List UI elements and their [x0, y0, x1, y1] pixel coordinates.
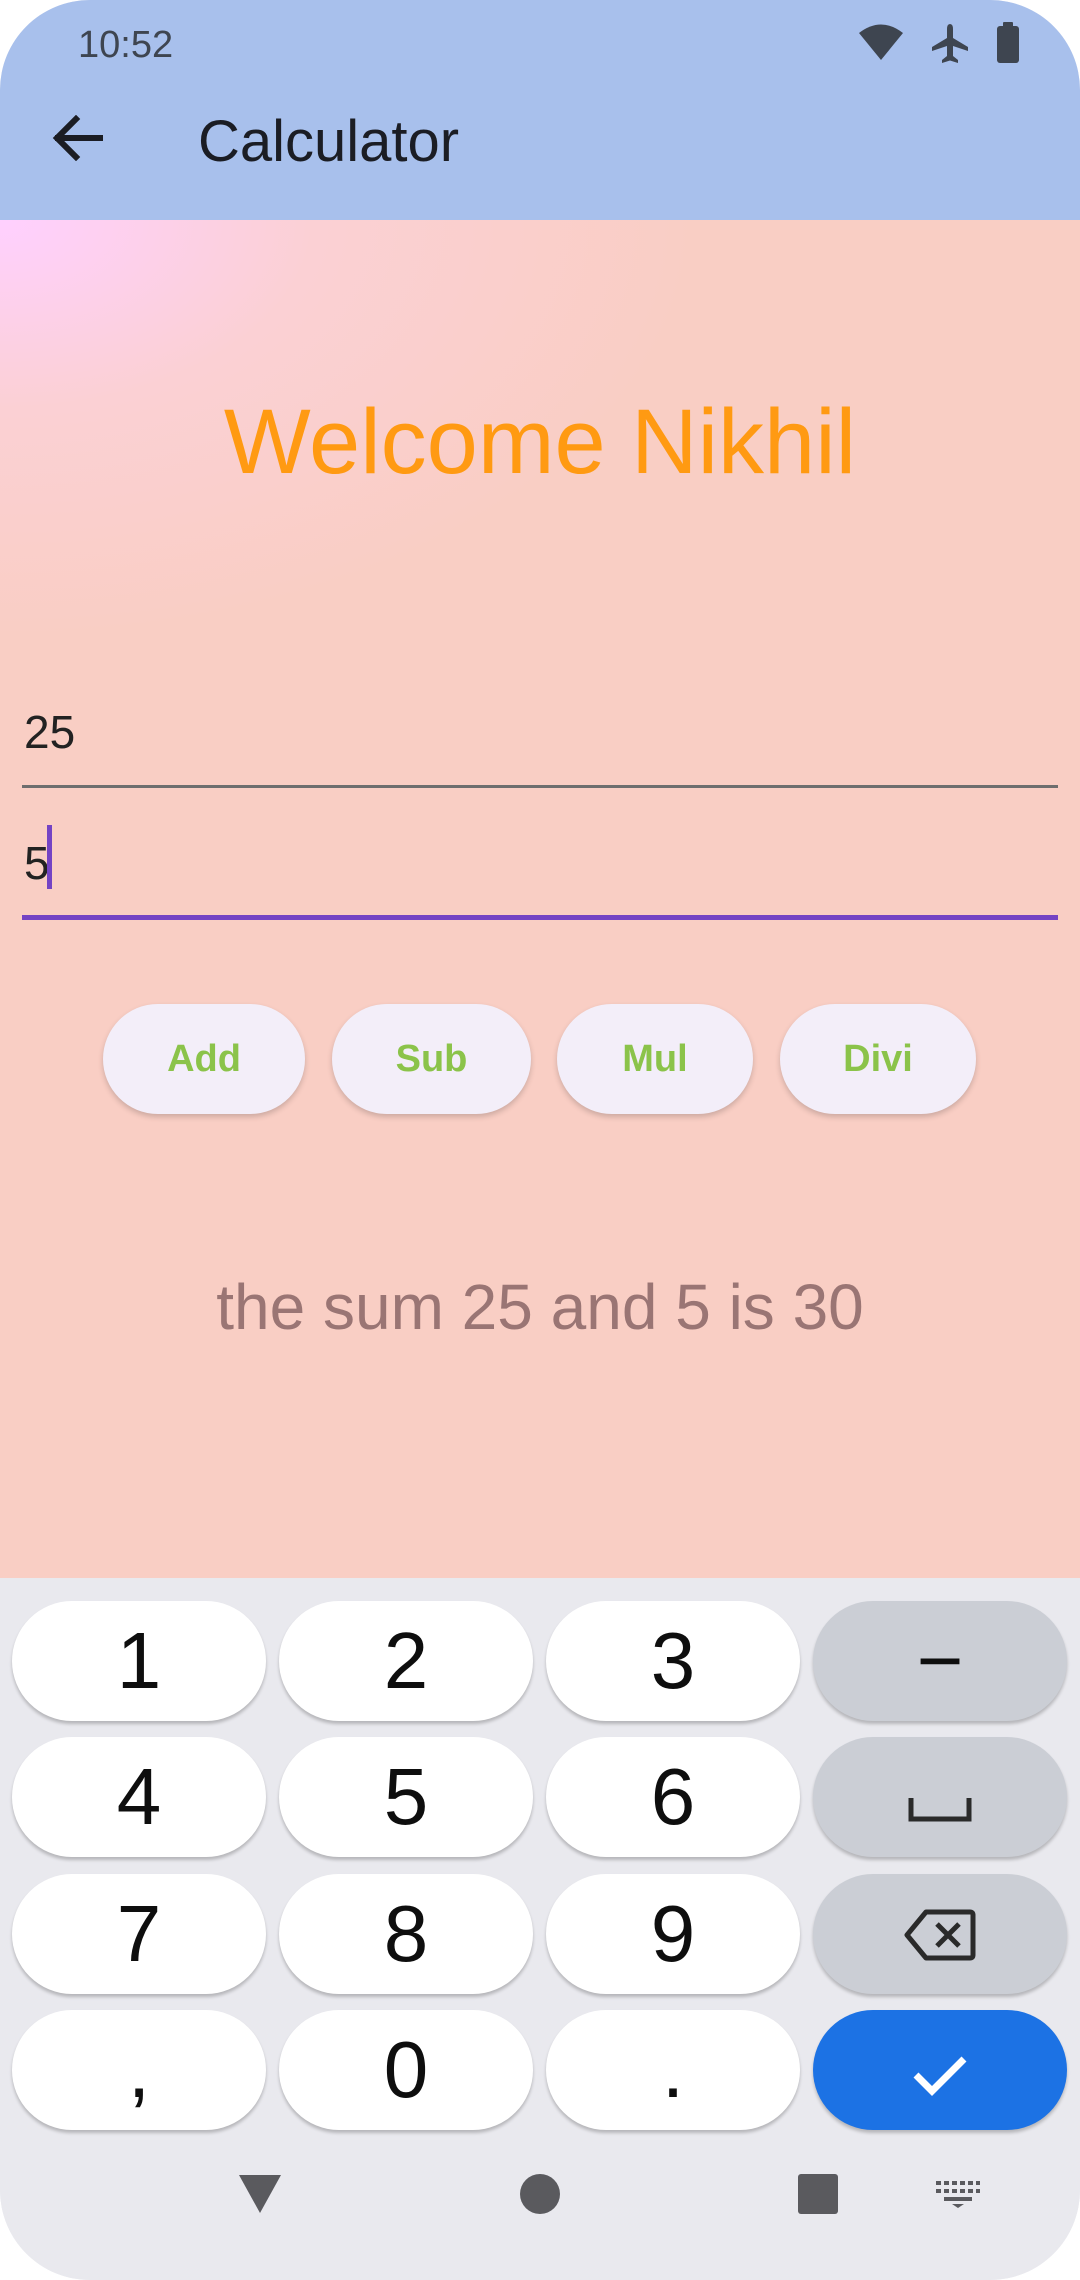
key-3[interactable]: 3	[546, 1601, 800, 1721]
key-label: 0	[383, 2025, 429, 2114]
key-label: 9	[650, 1889, 696, 1978]
operation-buttons: Add Sub Mul Divi	[0, 1004, 1080, 1114]
mul-button[interactable]: Mul	[557, 1004, 753, 1114]
key-8[interactable]: 8	[279, 1874, 533, 1994]
key-label: 2	[383, 1616, 429, 1705]
backspace-icon	[904, 1894, 976, 1974]
space-icon	[908, 1757, 972, 1837]
key-label: 1	[116, 1616, 162, 1705]
nav-recents-button[interactable]	[788, 2166, 848, 2226]
key-0[interactable]: 0	[279, 2010, 533, 2130]
key-label: 3	[650, 1616, 696, 1705]
phone-screen: 10:52 Calculator Welcome Nikhil Add Su	[0, 0, 1080, 2280]
keyboard-switch-button[interactable]	[928, 2166, 988, 2226]
key-label: 4	[116, 1752, 162, 1841]
system-nav-bar	[0, 2140, 1080, 2280]
key-minus[interactable]: −	[813, 1601, 1067, 1721]
sub-button[interactable]: Sub	[332, 1004, 531, 1114]
add-button[interactable]: Add	[103, 1004, 305, 1114]
key-period[interactable]: .	[546, 2010, 800, 2130]
key-label: 6	[650, 1752, 696, 1841]
key-label: −	[916, 1616, 964, 1705]
numeric-keyboard: 1 2 3 − 4 5 6 7 8 9 , 0 .	[0, 1578, 1080, 2280]
content-area: Welcome Nikhil Add Sub Mul Divi the sum …	[0, 220, 1080, 1578]
keyboard-icon	[935, 2179, 981, 2214]
result-text: the sum 25 and 5 is 30	[216, 1271, 864, 1343]
welcome-heading: Welcome Nikhil	[223, 391, 857, 493]
key-4[interactable]: 4	[12, 1737, 266, 1857]
divi-button[interactable]: Divi	[780, 1004, 976, 1114]
key-6[interactable]: 6	[546, 1737, 800, 1857]
text-cursor	[47, 825, 52, 889]
status-icons	[858, 22, 1020, 64]
key-label: 7	[116, 1889, 162, 1978]
key-space[interactable]	[813, 1737, 1067, 1857]
airplane-icon	[930, 22, 970, 64]
check-icon	[912, 2030, 968, 2110]
key-5[interactable]: 5	[279, 1737, 533, 1857]
done-key[interactable]	[813, 2010, 1067, 2130]
recents-square-icon	[797, 2173, 839, 2220]
key-7[interactable]: 7	[12, 1874, 266, 1994]
app-bar: 10:52 Calculator	[0, 0, 1080, 220]
key-9[interactable]: 9	[546, 1874, 800, 1994]
nav-home-button[interactable]	[510, 2166, 570, 2226]
home-circle-icon	[519, 2173, 561, 2220]
app-title: Calculator	[198, 109, 460, 174]
key-comma[interactable]: ,	[12, 2010, 266, 2130]
key-label: .	[661, 2025, 685, 2114]
wifi-icon	[858, 24, 904, 62]
nav-back-button[interactable]	[230, 2166, 290, 2226]
status-time: 10:52	[78, 24, 174, 66]
first-number-input[interactable]	[22, 678, 1058, 788]
key-label: 8	[383, 1889, 429, 1978]
arrow-left-icon	[52, 114, 104, 166]
battery-icon	[996, 22, 1020, 64]
key-label: 5	[383, 1752, 429, 1841]
key-1[interactable]: 1	[12, 1601, 266, 1721]
back-triangle-icon	[237, 2173, 283, 2220]
second-number-input[interactable]	[22, 810, 1058, 920]
key-backspace[interactable]	[813, 1874, 1067, 1994]
back-button[interactable]	[44, 106, 112, 174]
key-label: ,	[127, 2025, 151, 2114]
key-2[interactable]: 2	[279, 1601, 533, 1721]
